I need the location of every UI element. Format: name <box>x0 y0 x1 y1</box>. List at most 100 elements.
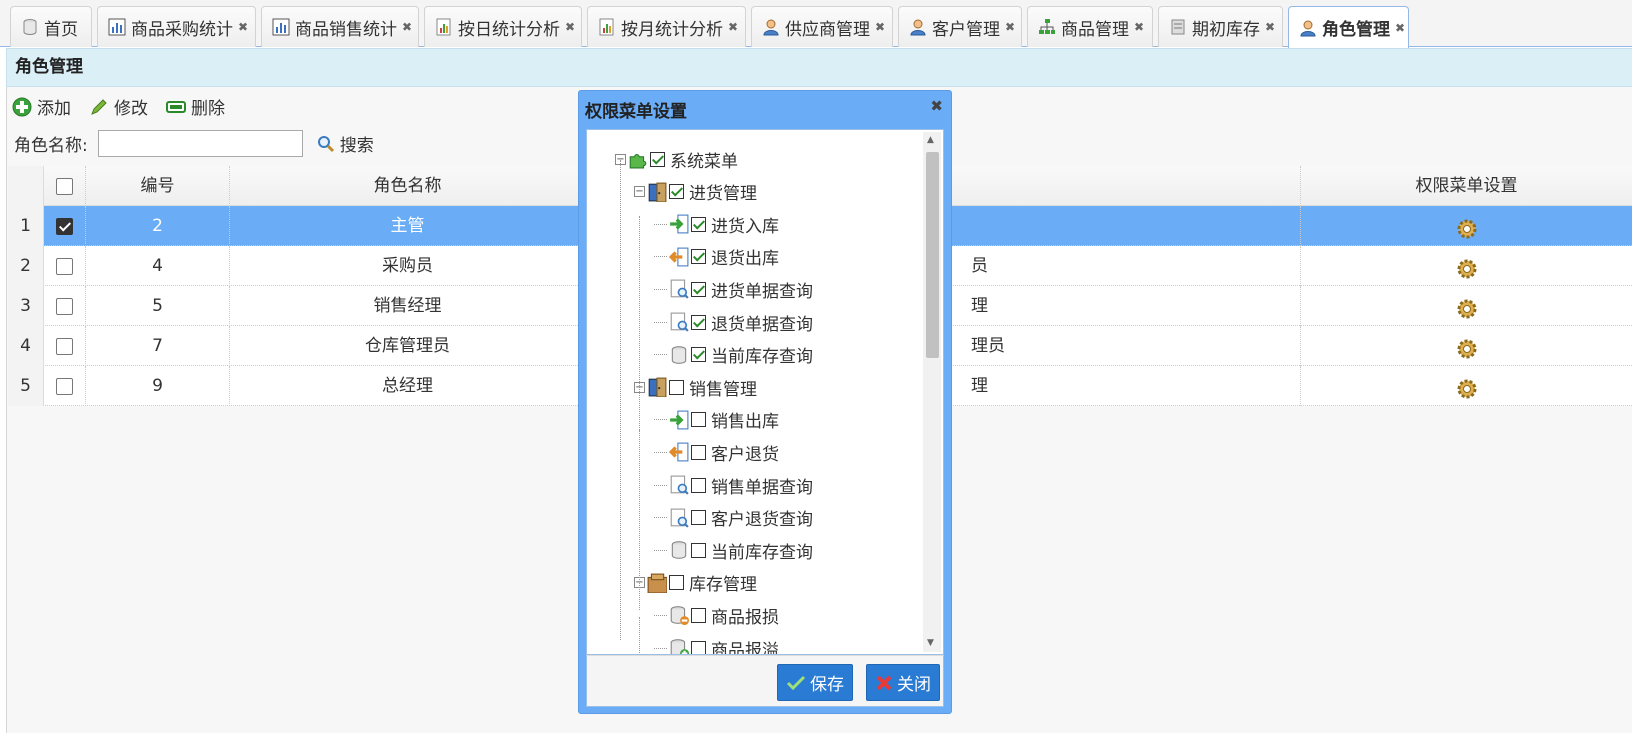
tree-checkbox[interactable] <box>691 347 706 363</box>
tree-checkbox[interactable] <box>650 151 665 167</box>
tree-node[interactable]: 退货单据查询 <box>654 307 813 337</box>
collapse-icon[interactable]: − <box>634 186 645 198</box>
tree-connector <box>654 256 667 258</box>
row-checkbox[interactable] <box>56 257 73 275</box>
header-check[interactable] <box>44 166 86 206</box>
add-button[interactable]: 添加 <box>12 94 71 119</box>
gear-icon[interactable] <box>1456 335 1478 359</box>
tree-node[interactable]: 退货出库 <box>654 242 779 272</box>
edit-button[interactable]: 修改 <box>89 94 148 119</box>
tree-node[interactable]: 客户退货 <box>654 437 779 467</box>
tab-close-icon[interactable]: ✖ <box>875 20 885 34</box>
row-checkbox[interactable] <box>56 337 73 355</box>
row-menu-cell[interactable] <box>1301 246 1632 286</box>
header-menu[interactable]: 权限菜单设置 <box>1301 166 1632 206</box>
scroll-up-icon[interactable]: ▲ <box>927 135 934 145</box>
tab-close-icon[interactable]: ✖ <box>402 20 412 34</box>
gear-icon[interactable] <box>1456 295 1478 319</box>
row-menu-cell[interactable] <box>1301 206 1632 246</box>
tree-checkbox[interactable] <box>691 314 706 330</box>
tab-close-icon[interactable]: ✖ <box>565 20 575 34</box>
tab-close-icon[interactable]: ✖ <box>1395 21 1405 35</box>
tree-node[interactable]: 商品报溢 <box>654 633 779 654</box>
tab-6[interactable]: 客户管理 ✖ <box>898 6 1022 47</box>
tree-node[interactable]: 当前库存查询 <box>654 340 813 370</box>
tree-node[interactable]: − 系统菜单 <box>615 144 738 174</box>
tree-node[interactable]: − 销售管理 <box>634 372 757 402</box>
bar-chart-icon <box>272 18 290 36</box>
tab-close-icon[interactable]: ✖ <box>238 20 248 34</box>
tree-node[interactable]: − 库存管理 <box>634 568 757 598</box>
tab-close-icon[interactable]: ✖ <box>728 20 738 34</box>
row-menu-cell[interactable] <box>1301 326 1632 366</box>
tree-node[interactable]: 销售单据查询 <box>654 470 813 500</box>
tab-2[interactable]: 商品销售统计 ✖ <box>261 6 419 47</box>
tab-8[interactable]: 期初库存 ✖ <box>1158 6 1283 47</box>
tree-node[interactable]: − 进货管理 <box>634 177 757 207</box>
tab-5[interactable]: 供应商管理 ✖ <box>751 6 893 47</box>
tree-connector <box>654 223 667 225</box>
scroll-down-icon[interactable]: ▼ <box>927 638 934 648</box>
tab-close-icon[interactable]: ✖ <box>1265 20 1275 34</box>
row-checkbox[interactable] <box>56 297 73 315</box>
tab-7[interactable]: 商品管理 ✖ <box>1027 6 1153 47</box>
row-check-cell[interactable] <box>44 326 86 366</box>
row-checkbox[interactable] <box>56 217 73 235</box>
tab-0[interactable]: 首页 <box>10 6 92 47</box>
row-menu-cell[interactable] <box>1301 366 1632 406</box>
gear-icon[interactable] <box>1456 255 1478 279</box>
delete-button[interactable]: 删除 <box>166 94 225 119</box>
select-all-checkbox[interactable] <box>56 177 73 195</box>
tree-checkbox[interactable] <box>669 575 684 591</box>
search-button[interactable]: 搜索 <box>317 131 374 156</box>
scroll-thumb[interactable] <box>926 152 939 358</box>
tree-node[interactable]: 客户退货查询 <box>654 503 813 533</box>
row-check-cell[interactable] <box>44 246 86 286</box>
tree-guide-line <box>639 617 640 654</box>
tree-checkbox[interactable] <box>669 184 684 200</box>
tree-node[interactable]: 销售出库 <box>654 405 779 435</box>
tree-node[interactable]: 进货单据查询 <box>654 274 813 304</box>
tree-connector <box>654 484 667 486</box>
tab-3[interactable]: 按日统计分析 ✖ <box>424 6 582 47</box>
row-number: 2 <box>8 246 44 286</box>
tree-checkbox[interactable] <box>691 607 706 623</box>
dialog-close-icon[interactable]: ✖ <box>930 97 943 115</box>
permission-dialog: 权限菜单设置 ✖ ▲ ▼ − 系统菜单 − 进货管理 进货入库 退货出库 进货单据查询 退货单… <box>578 90 952 714</box>
save-button[interactable]: 保存 <box>777 664 853 701</box>
tab-close-icon[interactable]: ✖ <box>1005 20 1015 34</box>
tree-label: 系统菜单 <box>670 151 738 172</box>
tab-9[interactable]: 角色管理 ✖ <box>1288 6 1409 48</box>
tab-4[interactable]: 按月统计分析 ✖ <box>587 6 746 47</box>
tree-checkbox[interactable] <box>691 542 706 558</box>
tree-node[interactable]: 当前库存查询 <box>654 535 813 565</box>
tree-node[interactable]: 进货入库 <box>654 209 779 239</box>
tree-checkbox[interactable] <box>691 216 706 232</box>
row-check-cell[interactable] <box>44 366 86 406</box>
tab-1[interactable]: 商品采购统计 ✖ <box>97 6 256 47</box>
tree-label: 退货出库 <box>711 249 779 270</box>
tree-checkbox[interactable] <box>669 379 684 395</box>
tree-node[interactable]: 商品报损 <box>654 600 779 630</box>
row-checkbox[interactable] <box>56 377 73 395</box>
tree-checkbox[interactable] <box>691 640 706 654</box>
gear-icon[interactable] <box>1456 375 1478 399</box>
row-check-cell[interactable] <box>44 286 86 326</box>
tree-checkbox[interactable] <box>691 249 706 265</box>
header-name[interactable]: 角色名称 <box>230 166 586 206</box>
close-button[interactable]: 关闭 <box>866 664 940 701</box>
tree-checkbox[interactable] <box>691 510 706 526</box>
tree-checkbox[interactable] <box>691 281 706 297</box>
tree-guide-line <box>639 216 640 466</box>
row-check-cell[interactable] <box>44 206 86 246</box>
tab-close-icon[interactable]: ✖ <box>1134 20 1144 34</box>
tree-checkbox[interactable] <box>691 444 706 460</box>
header-id[interactable]: 编号 <box>86 166 230 206</box>
row-menu-cell[interactable] <box>1301 286 1632 326</box>
role-name-input[interactable] <box>97 130 303 157</box>
tree-scrollbar[interactable]: ▲ ▼ <box>923 132 941 652</box>
tree-label: 客户退货查询 <box>711 510 813 531</box>
tree-checkbox[interactable] <box>691 412 706 428</box>
tree-checkbox[interactable] <box>691 477 706 493</box>
gear-icon[interactable] <box>1456 215 1478 239</box>
